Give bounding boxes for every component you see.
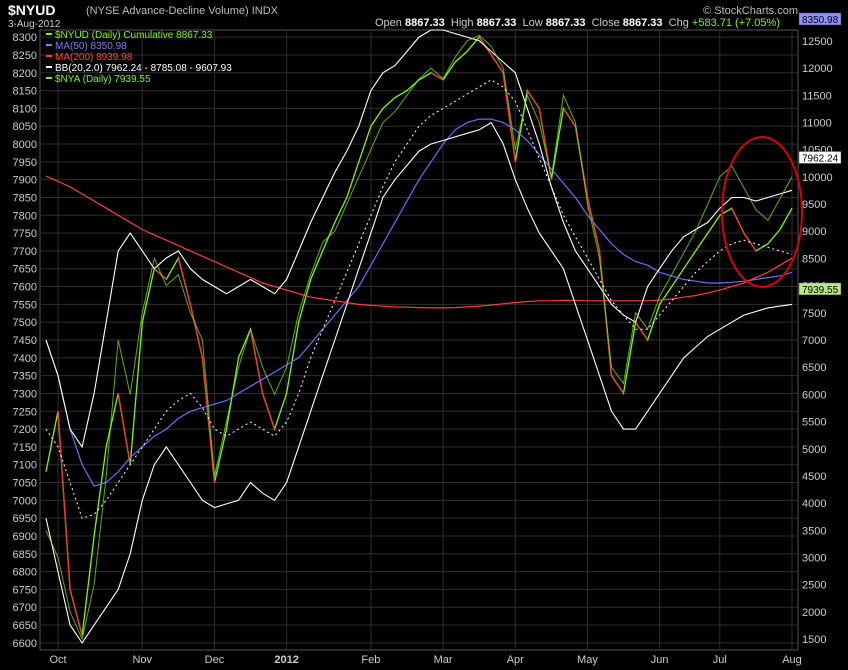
left-tick-label: 7300 <box>13 388 37 400</box>
down-segment <box>153 268 167 280</box>
left-tick-label: 7550 <box>13 299 37 311</box>
right-axis: 1500 2000 2500 3000 3500 4000 4500 5000 5500 6000… <box>802 36 833 646</box>
price-tag-label: 7962.24 <box>802 153 839 164</box>
right-tick-label: 5000 <box>802 444 826 456</box>
grid <box>39 29 799 651</box>
right-tick-label: 9500 <box>802 199 826 211</box>
left-tick-label: 6650 <box>13 620 37 632</box>
left-tick-label: 7000 <box>13 495 37 507</box>
right-tick-label: 10000 <box>802 172 833 184</box>
down-segment <box>635 321 649 341</box>
legend-entry: $NYUD (Daily) Cumulative 8867.33 <box>55 30 213 41</box>
left-tick-label: 7750 <box>13 228 37 240</box>
right-tick-label: 4000 <box>802 498 826 510</box>
right-tick-label: 2500 <box>802 580 826 592</box>
right-tick-label: 8500 <box>802 253 826 265</box>
x-tick-label: Dec <box>205 654 225 666</box>
series-ma-50- <box>45 118 793 487</box>
left-tick-label: 8300 <box>13 32 37 44</box>
right-tick-label: 7500 <box>802 308 826 320</box>
right-tick-label: 6500 <box>802 362 826 374</box>
x-tick-label: Mar <box>434 654 453 666</box>
x-tick-label: Aug <box>782 654 802 666</box>
left-tick-label: 7800 <box>13 210 37 222</box>
left-tick-label: 7150 <box>13 442 37 454</box>
down-segment <box>731 207 745 234</box>
left-tick-label: 7200 <box>13 424 37 436</box>
left-tick-label: 6850 <box>13 549 37 561</box>
right-tick-label: 3000 <box>802 553 826 565</box>
x-tick-label: Jun <box>651 654 669 666</box>
left-tick-label: 7650 <box>13 264 37 276</box>
right-tick-label: 2000 <box>802 607 826 619</box>
left-tick-label: 6700 <box>13 602 37 614</box>
left-tick-label: 6800 <box>13 567 37 579</box>
down-segment <box>586 197 601 252</box>
left-tick-label: 8100 <box>13 103 37 115</box>
right-tick-label: 6000 <box>802 389 826 401</box>
x-tick-label: 2012 <box>274 654 298 666</box>
left-tick-label: 7900 <box>13 175 37 187</box>
legend-entry: BB(20,2.0) 7962.24 - 8785.08 - 9607.93 <box>55 63 232 74</box>
x-tick-label: Nov <box>132 654 152 666</box>
price-tag-label: 7939.55 <box>802 285 839 296</box>
right-tick-label: 11500 <box>802 90 832 102</box>
left-tick-label: 8150 <box>13 86 37 98</box>
left-tick-label: 7450 <box>13 335 37 347</box>
series-group <box>45 29 803 644</box>
left-tick-label: 8250 <box>13 50 37 62</box>
left-tick-label: 6600 <box>13 638 37 650</box>
legend-entry: MA(200) 8939.98 <box>55 52 133 63</box>
legend-entry: MA(50) 8350.98 <box>55 41 127 52</box>
plot-area: 6600 6650 6700 6750 6800 6850 6900 6950 7000 7050… <box>13 12 842 666</box>
left-tick-label: 7700 <box>13 246 37 258</box>
left-tick-label: 7600 <box>13 282 37 294</box>
left-tick-label: 7050 <box>13 478 37 490</box>
right-tick-label: 4500 <box>802 471 826 483</box>
series-bb-lower <box>45 121 793 644</box>
left-tick-label: 8050 <box>13 121 37 133</box>
right-tick-label: 12000 <box>802 63 833 75</box>
left-tick-label: 7250 <box>13 406 37 418</box>
left-tick-label: 7400 <box>13 353 37 365</box>
left-tick-label: 7850 <box>13 192 37 204</box>
x-tick-label: Oct <box>49 654 66 666</box>
left-tick-label: 8000 <box>13 139 37 151</box>
down-segment <box>69 589 83 636</box>
left-tick-label: 6950 <box>13 513 37 525</box>
left-tick-label: 7500 <box>13 317 37 329</box>
series-bb-upper <box>45 29 793 449</box>
left-tick-label: 6900 <box>13 531 37 543</box>
series-bb-middle <box>45 79 793 519</box>
right-tick-label: 12500 <box>802 36 833 48</box>
down-segment <box>201 357 216 483</box>
left-tick-label: 7100 <box>13 460 37 472</box>
left-tick-label: 8200 <box>13 68 37 80</box>
left-tick-label: 7950 <box>13 157 37 169</box>
left-tick-label: 7350 <box>13 371 37 383</box>
right-tick-label: 11000 <box>802 117 832 129</box>
x-tick-label: Jul <box>713 654 727 666</box>
left-axis: 6600 6650 6700 6750 6800 6850 6900 6950 7000 7050… <box>13 32 37 650</box>
x-tick-label: Feb <box>361 654 380 666</box>
price-tag-label: 8350.98 <box>802 15 839 26</box>
down-segment <box>189 304 204 358</box>
right-tick-label: 3500 <box>802 525 826 537</box>
right-tick-label: 1500 <box>802 634 826 646</box>
legend-entry: $NYA (Daily) 7939.55 <box>55 74 151 85</box>
x-tick-label: Apr <box>507 654 524 666</box>
chart: $NYUD (NYSE Advance-Decline Volume) INDX… <box>0 0 848 670</box>
left-tick-label: 6750 <box>13 584 37 596</box>
down-segment <box>610 375 625 394</box>
right-tick-label: 5500 <box>802 417 826 429</box>
right-tick-label: 9000 <box>802 226 826 238</box>
legend: $NYUD (Daily) Cumulative 8867.33MA(50) 8… <box>46 30 232 85</box>
series-ma-200- <box>45 175 793 309</box>
x-axis: Oct Nov Dec 2012 Feb Mar Apr May Jun Jul Aug <box>49 654 801 666</box>
right-tick-label: 7000 <box>802 335 826 347</box>
x-tick-label: May <box>577 654 598 666</box>
